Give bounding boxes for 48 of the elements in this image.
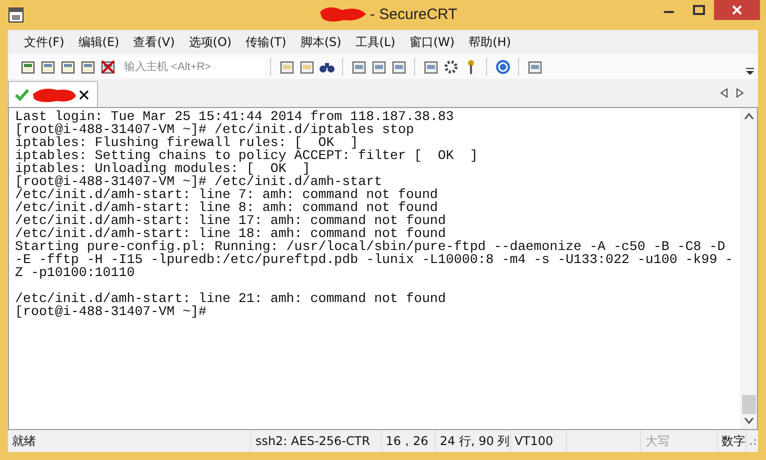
terminal-line: Z -p10100:10110 <box>15 266 136 279</box>
terminal-line: [root@i-488-31407-VM ~]# <box>15 305 208 318</box>
close-icon <box>732 5 742 15</box>
menu-item[interactable]: 查看(V) <box>127 32 181 52</box>
redaction-mark <box>31 86 77 104</box>
status-text: VT100 <box>510 430 567 452</box>
scroll-down-icon[interactable] <box>744 417 754 425</box>
terminal-line: iptables: Flushing firewall rules: [ OK ] <box>15 136 358 149</box>
window-title: - SecureCRT <box>370 6 458 22</box>
terminal-line: Last login: Tue Mar 25 15:41:44 2014 from 118.187.38.83 <box>15 110 455 123</box>
terminal-line: iptables: Setting chains to policy ACCEPT: filter [ OK ] <box>15 149 479 162</box>
terminal-line: /etc/init.d/amh-start: line 18: amh: command not found <box>15 227 446 240</box>
terminal-line: [root@i-488-31407-VM ~]# /etc/init.d/iptables stop <box>15 123 415 136</box>
terminal-line: -E -fftp -H -I15 -lpuredb:/etc/pureftpd.pdb -lunix -L10000:8 -m4 -s -U133:022 -u100 -k99 - <box>15 253 734 266</box>
menu-item[interactable]: 选项(O) <box>182 32 238 52</box>
scrollbar-thumb[interactable] <box>742 395 756 414</box>
scrollbar[interactable] <box>740 108 757 429</box>
close-button[interactable] <box>714 0 760 20</box>
menu-item[interactable]: 脚本(S) <box>294 32 348 52</box>
menu-item[interactable]: 传输(T) <box>240 32 292 52</box>
close-icon[interactable] <box>79 90 89 100</box>
terminal-line: [root@i-488-31407-VM ~]# /etc/init.d/amh-start <box>15 175 384 188</box>
terminal-line: iptables: Unloading modules: [ OK ] <box>15 162 310 175</box>
terminal-line: /etc/init.d/amh-start: line 17: amh: command not found <box>15 214 447 227</box>
scroll-right-icon[interactable] <box>736 88 744 98</box>
terminal-panel[interactable] <box>8 107 758 430</box>
menu-item[interactable]: 编辑(E) <box>72 32 126 52</box>
menu-item[interactable]: 帮助(H) <box>462 32 517 52</box>
scroll-left-icon[interactable] <box>720 88 728 98</box>
session-tab[interactable] <box>8 81 98 107</box>
maximize-icon <box>693 5 705 15</box>
status-text: 就绪 <box>8 430 252 452</box>
status-text: 数字 <box>718 430 747 452</box>
menu-item[interactable]: 工具(L) <box>349 32 402 52</box>
terminal-line: Starting pure-config.pl: Running: /usr/local/sbin/pure-ftpd --daemonize -A -c50 -B -C8 -D <box>15 240 726 253</box>
status-text: 大写 <box>641 430 718 452</box>
status-text: 16，26 <box>382 430 436 452</box>
menu-item[interactable]: 窗口(W) <box>403 32 461 52</box>
toolbar-overflow-icon[interactable] <box>746 67 754 77</box>
status-text: 24 行, 90 列 <box>436 430 511 452</box>
status-text: ssh2: AES-256-CTR <box>251 430 382 452</box>
app-icon <box>8 7 24 23</box>
terminal-line: /etc/init.d/amh-start: line 8: amh: command not found <box>15 201 438 214</box>
terminal-line: /etc/init.d/amh-start: line 21: amh: command not found <box>15 292 447 305</box>
menu-item[interactable]: 文件(F) <box>18 32 70 52</box>
terminal-line: /etc/init.d/amh-start: line 7: amh: command not found <box>15 188 439 201</box>
host-field[interactable]: 输入主机 <Alt+R> <box>122 56 264 76</box>
scroll-up-icon[interactable] <box>744 112 754 120</box>
